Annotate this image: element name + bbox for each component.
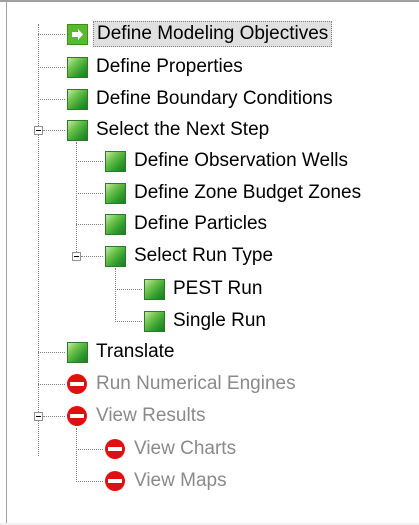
collapse-toggle-select-next-step[interactable]: [34, 126, 43, 135]
tree-item-define-observation-wells[interactable]: Define Observation Wells: [104, 148, 351, 174]
tree-item-view-results[interactable]: View Results: [66, 403, 208, 429]
tree-item-label: Define Observation Wells: [134, 150, 349, 171]
no-entry-icon: [104, 438, 126, 460]
tree-item-select-next-step[interactable]: Select the Next Step: [66, 117, 272, 143]
tree-item-label: Select the Next Step: [96, 119, 270, 140]
tree-connector: [76, 224, 103, 225]
tree-connector: [115, 321, 142, 322]
tree-item-label: View Results: [96, 405, 206, 426]
tree-connector: [38, 67, 65, 68]
green-square-icon: [67, 341, 88, 363]
tree-item-label: Translate: [96, 341, 175, 362]
tree-connector: [76, 481, 103, 482]
tree-connector-root: [38, 24, 39, 456]
tree-item-translate[interactable]: Translate: [66, 339, 178, 365]
tree-connector: [38, 99, 65, 100]
tree-connector: [76, 193, 103, 194]
no-entry-icon: [66, 373, 88, 395]
panel-left-border: [6, 2, 7, 525]
tree-item-label: Define Particles: [134, 213, 268, 234]
tree-item-label: Single Run: [173, 310, 266, 331]
green-square-icon: [67, 119, 88, 141]
green-square-icon: [67, 56, 88, 78]
collapse-toggle-select-run-type[interactable]: [72, 252, 81, 261]
tree-item-define-modeling-objectives[interactable]: Define Modeling Objectives: [66, 21, 333, 47]
tree-item-label: Define Properties: [96, 56, 243, 77]
green-square-icon: [105, 213, 126, 235]
tree-connector-level1: [76, 142, 77, 254]
tree-connector: [43, 416, 65, 417]
tree-item-label: View Maps: [134, 470, 227, 491]
tree-connector: [76, 161, 103, 162]
green-square-icon: [105, 245, 126, 267]
tree-item-define-boundary-conditions[interactable]: Define Boundary Conditions: [66, 86, 336, 112]
tree-connector: [38, 352, 65, 353]
green-square-icon: [144, 278, 165, 300]
tree-item-define-zone-budget-zones[interactable]: Define Zone Budget Zones: [104, 180, 364, 206]
no-entry-icon: [104, 470, 126, 492]
tree-item-define-particles[interactable]: Define Particles: [104, 211, 270, 237]
panel-top-border: [0, 0, 419, 2]
tree-connector: [38, 34, 65, 35]
green-square-icon: [144, 310, 165, 332]
tree-connector: [76, 449, 103, 450]
green-square-icon: [105, 150, 126, 172]
tree-connector: [115, 289, 142, 290]
tree-item-label: Select Run Type: [134, 245, 274, 266]
tree-connector: [81, 256, 103, 257]
collapse-toggle-view-results[interactable]: [34, 412, 43, 421]
tree-item-pest-run[interactable]: PEST Run: [143, 276, 265, 302]
tree-connector-level2: [115, 268, 116, 322]
tree-connector: [38, 384, 65, 385]
tree-item-view-maps[interactable]: View Maps: [104, 468, 230, 494]
tree-item-single-run[interactable]: Single Run: [143, 308, 269, 334]
tree-connector-level1: [76, 428, 77, 482]
green-square-icon: [67, 88, 88, 110]
no-entry-icon: [66, 405, 88, 427]
arrow-right-icon: [67, 23, 88, 45]
tree-item-define-properties[interactable]: Define Properties: [66, 54, 246, 80]
workflow-tree-panel: Define Modeling Objectives Define Proper…: [0, 0, 419, 525]
tree-item-label: Define Modeling Objectives: [93, 21, 333, 47]
green-square-icon: [105, 182, 126, 204]
tree-item-select-run-type[interactable]: Select Run Type: [104, 243, 276, 269]
tree-item-view-charts[interactable]: View Charts: [104, 436, 239, 462]
tree-item-label: Define Boundary Conditions: [96, 88, 333, 109]
tree-item-label: View Charts: [134, 438, 237, 459]
tree-item-label: Define Zone Budget Zones: [134, 182, 362, 203]
tree-connector: [43, 130, 65, 131]
tree-item-label: Run Numerical Engines: [96, 373, 296, 394]
tree-item-run-numerical-engines[interactable]: Run Numerical Engines: [66, 371, 299, 397]
tree-item-label: PEST Run: [173, 278, 263, 299]
